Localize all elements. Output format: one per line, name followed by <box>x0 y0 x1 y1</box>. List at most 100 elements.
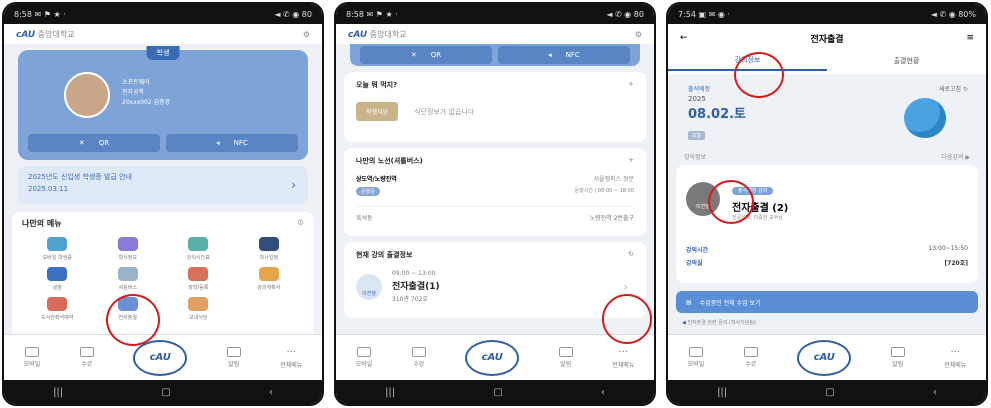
menu-item-label: 강의계획서 <box>257 285 281 291</box>
qr-button[interactable]: ✕ QR <box>360 46 492 64</box>
nfc-label: NFC <box>565 51 580 59</box>
edit-icon[interactable]: ⚙ <box>297 218 304 229</box>
monitor-icon <box>357 347 372 357</box>
qr-label: QR <box>98 139 110 147</box>
phone-screen-home: 8:58 ✉ ⚑ ★ · ◄ ✆ ◉ 80 cAU 중앙대학교 ⚙ 학생 소프트… <box>2 2 324 406</box>
menu-item[interactable]: 설정 <box>22 267 93 291</box>
recent-apps-icon[interactable]: ||| <box>53 387 63 398</box>
nav-alert[interactable]: 알림 <box>558 347 573 368</box>
menu-item[interactable]: 셔틀버스 <box>93 267 164 291</box>
menu-item[interactable]: 장학/등록 <box>163 267 234 291</box>
nav-label: 전체메뉴 <box>612 361 635 369</box>
recent-apps-icon[interactable]: ||| <box>385 387 395 398</box>
nav-label: 수강 <box>81 361 93 368</box>
tab-attendance-status[interactable]: 출결현황 <box>827 56 986 70</box>
time-value: 13:00~15:50 <box>928 245 968 252</box>
nav-all-menu[interactable]: ··· 전체메뉴 <box>612 347 634 369</box>
lunch-tag[interactable]: 학생식당 <box>356 102 399 121</box>
nav-mobile[interactable]: 모바일 <box>688 347 704 368</box>
date-panel: 출석예정 2025 08.02.토 오늘 새로고침 ↻ <box>668 74 986 152</box>
nav-all-menu[interactable]: ··· 전체메뉴 <box>280 347 302 369</box>
plus-icon[interactable]: + <box>628 80 634 90</box>
menu-item-label: 설정 <box>52 285 62 291</box>
date-tag: 오늘 <box>688 131 706 140</box>
chevron-right-icon[interactable]: › <box>623 280 628 294</box>
status-right: ◄ ✆ ◉ 80 <box>274 9 312 19</box>
home-icon[interactable]: ▢ <box>161 387 170 398</box>
settings-icon[interactable]: ⚙ <box>635 30 642 39</box>
status-left: 8:58 ✉ ⚑ ★ · <box>346 9 398 19</box>
monitor-icon <box>689 347 704 357</box>
cau-logo: cAU <box>348 29 368 40</box>
back-arrow-icon[interactable]: ← <box>680 33 688 43</box>
menu-item-label: 교내식당 <box>189 315 208 321</box>
home-icon[interactable]: ▢ <box>493 387 502 398</box>
cau-logo: cAU <box>16 29 36 40</box>
recent-apps-icon[interactable]: ||| <box>717 387 727 398</box>
menu-item-label: 모바일 학생증 <box>42 255 72 261</box>
settings-icon[interactable]: ⚙ <box>303 30 310 39</box>
nav-home-button[interactable]: cAU <box>797 339 852 376</box>
status-bar: 8:58 ✉ ⚑ ★ · ◄ ✆ ◉ 80 <box>4 4 322 24</box>
back-icon[interactable]: ‹ <box>933 387 937 398</box>
nav-home-button[interactable]: cAU <box>465 339 520 376</box>
nav-alert[interactable]: 알림 <box>890 347 905 368</box>
monitor-icon <box>25 347 40 357</box>
bus-title: 나만의 노선(셔틀버스) <box>356 157 423 165</box>
nav-label: 알림 <box>228 361 240 368</box>
qr-button[interactable]: ✕ QR <box>28 134 160 152</box>
view-all-classes-button[interactable]: ▤ 수업중인 전체 수업 보기 <box>676 291 978 313</box>
home-icon[interactable]: ▢ <box>825 387 834 398</box>
grid-icon <box>79 347 94 357</box>
mascot-refresh[interactable]: 새로고침 ↻ <box>939 84 968 93</box>
id-line: 전자공학 <box>122 89 145 96</box>
plus-icon[interactable]: + <box>628 156 634 166</box>
refresh-icon[interactable]: ↻ <box>628 250 634 260</box>
logo-subtitle: 중앙대학교 <box>37 29 75 39</box>
nav-mobile[interactable]: 모바일 <box>355 347 373 368</box>
shuttle-section: 나만의 노선(셔틀버스) + 상도역/노량진역 서울캠퍼스 정문 운행중 운행시간… <box>344 148 646 236</box>
qr-icon: ✕ <box>410 51 417 59</box>
nav-label: 알림 <box>892 361 904 368</box>
nfc-button[interactable]: ◂ NFC <box>166 134 298 152</box>
inquiry-note[interactable]: ◀ 전자출결 관련 문의 (학사지원팀) <box>682 319 972 326</box>
attendance-section: 현재 강의 출결정보 ↻ 미진행 09:00 ~ 13:00 전자출결(1) 31… <box>344 242 646 318</box>
lunch-empty-text: 식단정보가 없습니다 <box>414 107 475 116</box>
nav-label: 수강 <box>413 361 425 368</box>
notice-banner[interactable]: 2025년도 신입생 학생증 발급 안내 2025.03.11 › <box>18 166 308 204</box>
menu-item[interactable]: 도서관좌석예약 <box>22 297 93 321</box>
tab-bar: 강의정보 출결현황 <box>668 52 986 74</box>
nav-course[interactable]: 수강 <box>79 347 94 368</box>
room-value: [720호] <box>944 260 968 267</box>
banner-title: 2025년도 신입생 학생증 발급 안내 <box>28 173 132 181</box>
page-title: 전자출결 <box>810 34 844 45</box>
menu-item[interactable]: 강의계획서 <box>234 267 305 291</box>
more-icon: ··· <box>950 346 960 358</box>
nav-label: 모바일 <box>355 361 373 368</box>
nav-alert[interactable]: 알림 <box>226 347 241 368</box>
menu-icon[interactable]: ≡ <box>966 33 974 43</box>
app-header: cAU 중앙대학교 ⚙ <box>336 24 654 44</box>
status-left: 7:54 ▣ ✉ ◉ · <box>678 9 730 19</box>
nav-mobile[interactable]: 모바일 <box>24 347 40 368</box>
menu-item[interactable]: 학사정보 <box>93 237 164 261</box>
nav-all-menu[interactable]: ··· 전체메뉴 <box>944 347 966 369</box>
menu-item[interactable]: 교내식당 <box>163 297 234 321</box>
attend-time: 09:00 ~ 13:00 <box>392 270 436 277</box>
menu-item[interactable]: 학사일정 <box>234 237 305 261</box>
bus-status-badge: 운행중 <box>356 187 380 196</box>
bottom-nav: 모바일 수강 cAU 알림 ··· 전체메뉴 <box>668 334 986 380</box>
id-line: 소프트웨어 <box>122 79 150 86</box>
nav-course[interactable]: 수강 <box>743 347 758 368</box>
menu-item[interactable]: 모바일 학생증 <box>22 237 93 261</box>
nfc-icon: ◂ <box>216 139 220 147</box>
bus-destination: 서울캠퍼스 정문 <box>593 176 634 183</box>
back-icon[interactable]: ‹ <box>601 387 605 398</box>
student-id-card[interactable]: 학생 소프트웨어 전자공학 20xxx002 김중앙 ✕ QR ◂ NFC <box>18 46 308 160</box>
menu-item[interactable]: 강의시간표 <box>163 237 234 261</box>
back-icon[interactable]: ‹ <box>269 387 273 398</box>
nav-course[interactable]: 수강 <box>411 347 426 368</box>
next-course-link[interactable]: 다음강의 ▶ <box>941 152 970 161</box>
nav-home-button[interactable]: cAU <box>133 339 188 376</box>
nfc-button[interactable]: ◂ NFC <box>498 46 630 64</box>
